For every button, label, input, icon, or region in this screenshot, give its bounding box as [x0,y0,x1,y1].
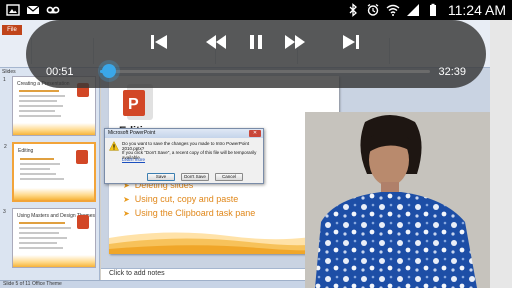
total-time: 32:39 [438,66,466,78]
save-changes-dialog: Microsoft PowerPoint ✕ Do you want to sa… [104,128,264,184]
thumbnail-line [19,232,59,234]
powerpoint-logo-icon: P [123,84,153,120]
bullet-text: Using the Clipboard task pane [134,208,256,218]
wifi-icon [386,4,400,16]
skip-previous-icon[interactable] [148,32,170,52]
slides-pane: Slides 1 Creating a Presentation 2 Editi… [0,68,100,280]
thumbnail-line [19,222,65,224]
signal-icon [406,4,419,16]
dialog-title: Microsoft PowerPoint [105,129,263,138]
thumbnail-line [19,100,57,102]
voicemail-icon [46,6,60,14]
bullet-arrow-icon: ➤ [123,208,130,218]
powerpoint-logo-icon [76,150,88,164]
thumbnail-line [20,158,54,160]
video-right-margin [490,20,512,288]
status-bar: 11:24 AM [0,0,512,20]
cancel-button[interactable]: Cancel [215,173,243,181]
slide-thumbnail-selected[interactable]: 2 Editing [4,142,96,202]
image-icon [6,4,20,16]
thumbnail-line [19,95,65,97]
screen: 11:24 AM File Slides 1 Creating a Presen… [0,0,512,288]
thumbnail-line [20,168,50,170]
thumbnail-line [19,110,55,112]
thumbnail-wave [13,123,95,135]
thumbnail-line [19,105,63,107]
thumbnail-number: 2 [4,144,7,150]
current-time: 00:51 [46,66,74,78]
thumbnail-line [19,227,71,229]
slides-pane-header: Slides [2,69,16,75]
svg-text:P: P [128,96,139,113]
thumbnail-line [20,178,64,180]
bluetooth-icon [349,3,357,17]
thumbnail-line [20,173,56,175]
alarm-icon [367,3,379,16]
close-icon[interactable]: ✕ [249,130,261,137]
file-tab: File [2,25,22,35]
slide-thumbnail[interactable]: 3 Using Masters and Design Themes [3,208,96,268]
seek-bar[interactable] [100,64,430,78]
thumbnail-wave [13,255,95,267]
presenter-image [305,112,490,288]
thumbnail-number: 3 [3,209,6,215]
thumbnail-line [19,242,57,244]
theme-name: Office Theme [32,281,62,287]
thumbnail-wave [14,188,94,200]
bullet-arrow-icon: ➤ [123,194,130,204]
slide-bullet: ➤ Using the Clipboard task pane [123,208,255,218]
thumbnail-line [19,237,67,239]
thumbnail-line [19,115,61,117]
warning-icon [109,141,119,151]
slide-bullet: ➤ Using cut, copy and paste [123,194,238,204]
slide-counter: Slide 5 of 11 [3,281,31,287]
bullet-text: Using cut, copy and paste [134,194,239,204]
clock: 11:24 AM [447,2,506,18]
mail-icon [26,5,40,14]
battery-icon [429,3,436,16]
notes-placeholder: Click to add notes [109,270,165,277]
thumbnail-title: Editing [18,148,34,154]
save-button[interactable]: Save [147,173,175,181]
thumbnail-line [19,90,59,92]
rewind-icon[interactable] [204,32,228,52]
thumbnail-number: 1 [3,77,6,83]
learn-more-link[interactable]: Learn more [122,157,145,162]
fast-forward-icon[interactable] [283,32,307,52]
dont-save-button[interactable]: Don't Save [181,173,209,181]
powerpoint-logo-icon [77,215,89,229]
video-controls-overlay: 00:51 32:39 [26,20,486,88]
skip-next-icon[interactable] [340,32,362,52]
thumbnail-line [19,247,63,249]
seek-handle[interactable] [101,64,116,78]
thumbnail-line [20,163,60,165]
pause-icon[interactable] [245,32,267,52]
